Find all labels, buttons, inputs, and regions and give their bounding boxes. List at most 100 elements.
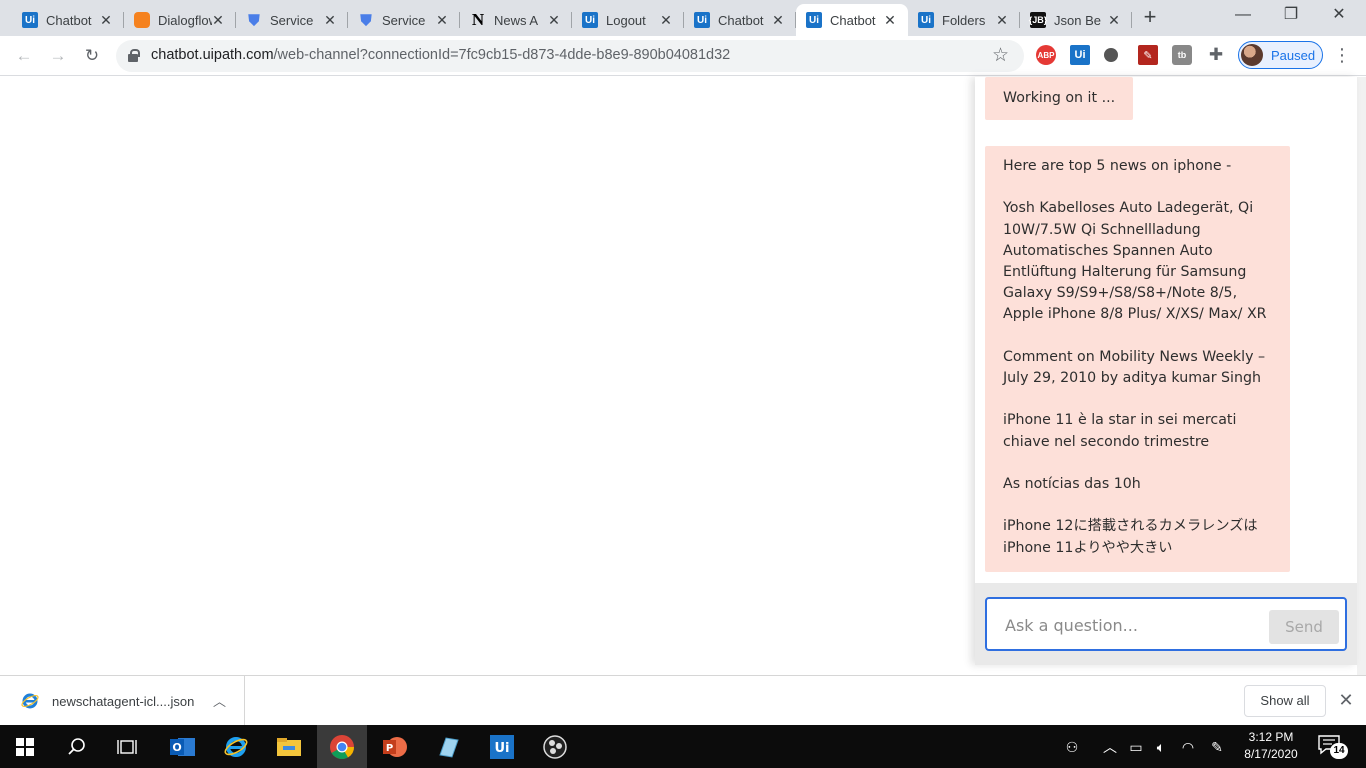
tab-title: Chatbot [718, 12, 764, 28]
file-explorer-icon[interactable] [264, 725, 314, 768]
tab-service-1[interactable]: ⛊ Service ✕ [236, 4, 348, 36]
uipath-studio-icon[interactable]: Ui [477, 725, 527, 768]
windows-start-icon[interactable] [0, 725, 50, 768]
browser-toolbar: ← → ↻ chatbot.uipath.com/web-channel?con… [0, 36, 1366, 76]
browser-tab-strip: Ui Chatbot ✕ Dialogflow ✕ ⛊ Service ✕ ⛊ … [0, 0, 1366, 36]
chrome-icon[interactable] [317, 725, 367, 768]
tab-title: News A [494, 12, 539, 28]
tab-title: Folders [942, 12, 986, 28]
tab-title: Json Be [1054, 12, 1101, 28]
clock-time: 3:12 PM [1248, 730, 1294, 744]
tab-chatbot-2[interactable]: Ui Chatbot ✕ [684, 4, 796, 36]
tab-title: Dialogflow [158, 12, 212, 28]
show-all-button[interactable]: Show all [1244, 685, 1326, 717]
clock-date: 8/17/2020 [1244, 747, 1298, 761]
extension-circle-icon[interactable] [1104, 48, 1118, 62]
windows-taskbar: O P Ui ⚇ ︿ ▭ 🔈︎ ◠ ✎ 3:12 PM 8/17/2020 14 [0, 725, 1366, 768]
news-item-4: As notícias das 10h [1003, 475, 1141, 492]
url-text[interactable]: chatbot.uipath.com/web-channel?connectio… [151, 47, 730, 63]
task-view-icon[interactable] [102, 725, 152, 768]
svg-text:P: P [386, 743, 393, 754]
uipath-icon: Ui [806, 12, 822, 28]
tab-title: Chatbot [46, 12, 92, 28]
uipath-icon: Ui [22, 12, 38, 28]
tab-separator [1131, 12, 1132, 28]
close-icon[interactable]: ✕ [322, 12, 338, 28]
bookmark-star-icon[interactable]: ☆ [992, 44, 1009, 67]
search-icon[interactable] [52, 725, 102, 768]
back-button[interactable]: ← [12, 44, 36, 68]
url-path: /web-channel?connectionId=7fc9cb15-d873-… [273, 47, 731, 63]
tab-service-2[interactable]: ⛊ Service ✕ [348, 4, 460, 36]
news-item-5: iPhone 12に搭載されるカメラレンズはiPhone 11よりやや大きい [1003, 518, 1258, 556]
send-button[interactable]: Send [1269, 610, 1339, 644]
tab-title: Service [270, 12, 314, 28]
volume-icon[interactable]: 🔈︎ [1151, 737, 1171, 757]
close-icon[interactable]: ✕ [882, 12, 898, 28]
tab-logout[interactable]: Ui Logout ✕ [572, 4, 684, 36]
close-icon[interactable]: ✕ [434, 12, 450, 28]
close-icon[interactable]: ✕ [770, 12, 786, 28]
extension-uipath-icon[interactable]: Ui [1070, 45, 1090, 65]
extension-pdf-icon[interactable]: ✎ [1138, 45, 1158, 65]
url-host: chatbot.uipath.com [151, 47, 274, 63]
address-bar[interactable]: chatbot.uipath.com/web-channel?connectio… [116, 40, 1024, 72]
extension-tab-icon[interactable]: tb [1172, 45, 1192, 65]
forward-button[interactable]: → [46, 44, 70, 68]
new-tab-button[interactable]: + [1138, 6, 1162, 30]
shield-icon: ⛊ [360, 11, 372, 29]
powerpoint-icon[interactable]: P [370, 725, 420, 768]
minimize-button[interactable]: — [1220, 0, 1266, 32]
download-file-name: newschatagent-icl....json [52, 694, 195, 709]
lock-icon[interactable] [128, 49, 140, 62]
uipath-icon: Ui [918, 12, 934, 28]
tab-title: Service [382, 12, 426, 28]
shield-icon: ⛊ [248, 11, 260, 29]
chevron-up-icon[interactable]: ︿ [1100, 737, 1120, 757]
tab-chatbot-active[interactable]: Ui Chatbot ✕ [796, 4, 908, 36]
pen-icon[interactable]: ✎ [1207, 737, 1227, 757]
notion-icon: N [471, 10, 485, 29]
chat-messages[interactable]: Working on it ... Here are top 5 news on… [975, 77, 1357, 583]
close-icon[interactable]: ✕ [210, 12, 226, 28]
close-icon[interactable]: ✕ [98, 12, 114, 28]
news-item-3: iPhone 11 è la star in sei mercati chiav… [1003, 412, 1237, 450]
close-icon[interactable]: ✕ [658, 12, 674, 28]
profile-button[interactable]: Paused [1238, 41, 1323, 69]
page-scrollbar[interactable] [1357, 77, 1366, 675]
close-icon[interactable]: ✕ [1106, 12, 1122, 28]
tab-json[interactable]: {JB} Json Be ✕ [1020, 4, 1132, 36]
download-item[interactable]: newschatagent-icl....json ︿ [0, 676, 245, 725]
chevron-up-icon[interactable]: ︿ [213, 691, 226, 710]
reload-button[interactable]: ↻ [80, 44, 104, 68]
avatar [1241, 44, 1263, 66]
tab-news[interactable]: N News A ✕ [460, 4, 572, 36]
system-clock[interactable]: 3:12 PM 8/17/2020 [1237, 729, 1305, 763]
news-item-2: Comment on Mobility News Weekly – July 2… [1003, 348, 1266, 386]
obs-icon[interactable] [530, 725, 580, 768]
json-icon: {JB} [1029, 12, 1047, 28]
sticky-notes-icon[interactable] [423, 725, 473, 768]
question-input[interactable] [1005, 613, 1255, 637]
people-icon[interactable]: ⚇ [1062, 737, 1082, 757]
internet-explorer-icon[interactable] [211, 725, 261, 768]
window-close-button[interactable]: ✕ [1316, 0, 1362, 32]
outlook-icon[interactable]: O [158, 725, 208, 768]
close-icon[interactable]: ✕ [546, 12, 562, 28]
svg-text:O: O [172, 741, 181, 754]
extensions-puzzle-icon[interactable]: ✚ [1206, 45, 1226, 65]
notification-center-icon[interactable]: 14 [1316, 733, 1352, 761]
close-download-bar-icon[interactable]: ✕ [1336, 688, 1356, 712]
extension-adblock-icon[interactable]: ABP [1036, 45, 1056, 65]
tab-chatbot-1[interactable]: Ui Chatbot ✕ [12, 4, 124, 36]
wifi-icon[interactable]: ◠ [1178, 737, 1198, 757]
restore-button[interactable]: ❐ [1268, 0, 1314, 32]
tab-title: Chatbot [830, 12, 876, 28]
profile-label: Paused [1271, 48, 1316, 63]
tab-dialogflow[interactable]: Dialogflow ✕ [124, 4, 236, 36]
browser-menu-icon[interactable]: ⋮ [1333, 44, 1351, 68]
tab-folders[interactable]: Ui Folders ✕ [908, 4, 1020, 36]
chat-input-area: Send [975, 583, 1357, 665]
close-icon[interactable]: ✕ [994, 12, 1010, 28]
battery-icon[interactable]: ▭ [1126, 737, 1146, 757]
